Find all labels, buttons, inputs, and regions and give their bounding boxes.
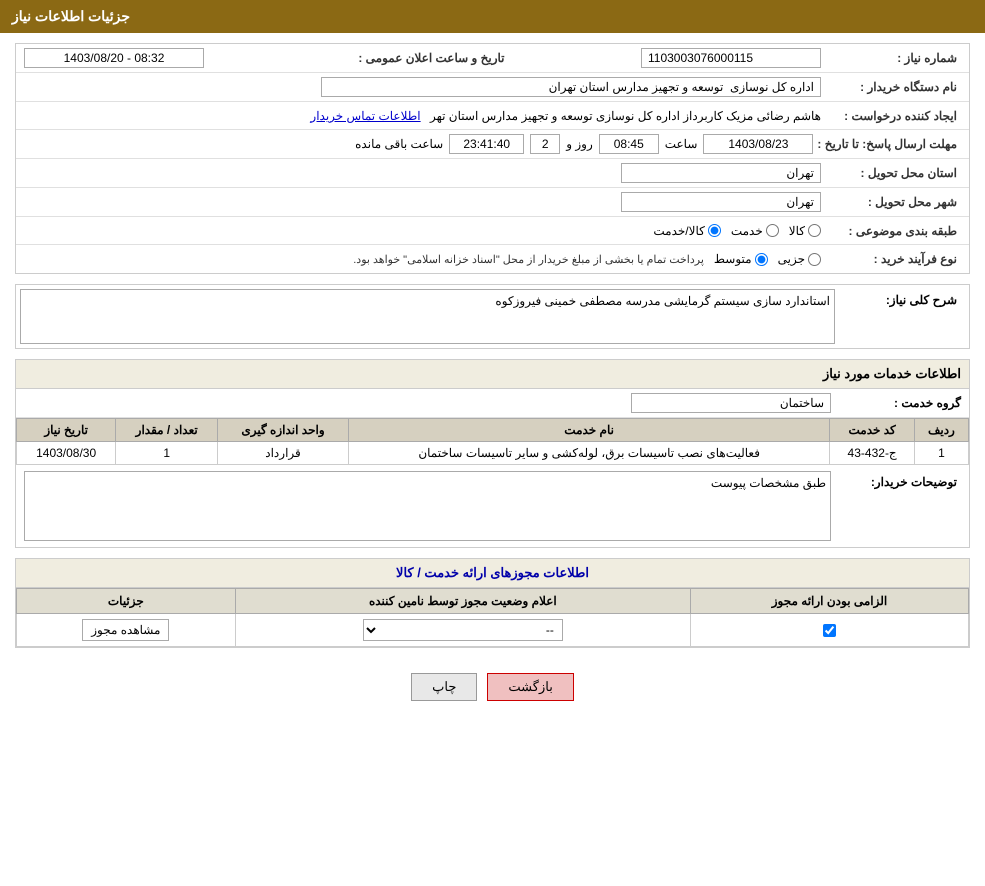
namdastgah-input[interactable] — [321, 77, 821, 97]
nofarayand-motevaset-radio[interactable] — [755, 253, 768, 266]
mojoz-section: اطلاعات مجوزهای ارائه خدمت / کالا الزامی… — [15, 558, 970, 648]
nofarayand-value-cell: جزیی متوسط پرداخت تمام یا بخشی از مبلغ خ… — [20, 250, 825, 268]
nofarayand-label: نوع فرآیند خرید : — [825, 252, 965, 266]
group-label: گروه خدمت : — [831, 396, 961, 410]
sharh-label: شرح کلی نیاز: — [835, 289, 965, 344]
shahr-input[interactable] — [621, 192, 821, 212]
mohlat-rooz-label: روز و — [566, 137, 593, 151]
cell-name: فعالیت‌های نصب تاسیسات برق، لوله‌کشی و س… — [348, 442, 830, 465]
tabaqe-khedmat-label[interactable]: خدمت — [731, 224, 779, 238]
shahr-value-cell — [20, 190, 825, 214]
status-select[interactable]: -- — [363, 619, 563, 641]
main-content: شماره نیاز : تاریخ و ساعت اعلان عمومی : … — [0, 33, 985, 726]
tabaqe-kala-khedmat-radio[interactable] — [708, 224, 721, 237]
tosiyeh-textarea[interactable]: طبق مشخصات پیوست — [24, 471, 831, 541]
row-ijad: ایجاد کننده درخواست : هاشم رضائی مزیک کا… — [16, 102, 969, 130]
nofarayand-jozii-label[interactable]: جزیی — [778, 252, 821, 266]
col-tarikh: تاریخ نیاز — [17, 419, 116, 442]
mohlat-baqi-input[interactable] — [449, 134, 524, 154]
col-vahed: واحد اندازه گیری — [218, 419, 349, 442]
cell-radif: 1 — [914, 442, 968, 465]
ijad-link[interactable]: اطلاعات تماس خریدار — [310, 109, 420, 123]
col-radif: ردیف — [914, 419, 968, 442]
row-namdastgah: نام دستگاه خریدار : — [16, 73, 969, 102]
mohlat-label: مهلت ارسال پاسخ: تا تاریخ : — [817, 137, 965, 151]
sharh-section: شرح کلی نیاز: استاندارد سازی سیستم گرمای… — [15, 284, 970, 349]
mojoz-col-status: اعلام وضعیت مجوز توسط نامین کننده — [235, 589, 690, 614]
shomara-value-cell — [513, 46, 826, 70]
ostan-input[interactable] — [621, 163, 821, 183]
ijad-label: ایجاد کننده درخواست : — [825, 109, 965, 123]
mohlat-saat-input[interactable] — [599, 134, 659, 154]
col-tedad: تعداد / مقدار — [116, 419, 218, 442]
btn-row: بازگشت چاپ — [15, 658, 970, 716]
ostan-label: استان محل تحویل : — [825, 166, 965, 180]
cell-elzami — [691, 614, 969, 647]
tarikh-value-cell — [20, 46, 333, 70]
row-ostan: استان محل تحویل : — [16, 159, 969, 188]
page-title: جزئیات اطلاعات نیاز — [12, 8, 130, 24]
mohlat-value-cell: ساعت روز و ساعت باقی مانده — [20, 132, 817, 156]
cell-joziyat: مشاهده مجوز — [17, 614, 236, 647]
info-section: شماره نیاز : تاریخ و ساعت اعلان عمومی : … — [15, 43, 970, 274]
tarikh-label: تاریخ و ساعت اعلان عمومی : — [333, 51, 513, 65]
tabaqe-value-cell: کالا خدمت کالا/خدمت — [20, 222, 825, 240]
namdastgah-value-cell — [20, 75, 825, 99]
col-name: نام خدمت — [348, 419, 830, 442]
nofarayand-desc: پرداخت تمام یا بخشی از مبلغ خریدار از مح… — [353, 253, 704, 266]
services-section: اطلاعات خدمات مورد نیاز گروه خدمت : ردیف… — [15, 359, 970, 548]
row-shomara: شماره نیاز : تاریخ و ساعت اعلان عمومی : — [16, 44, 969, 73]
mozah-button[interactable]: مشاهده مجوز — [82, 619, 169, 641]
tosiyeh-label: توضیحات خریدار: — [831, 471, 961, 541]
row-mohlat: مهلت ارسال پاسخ: تا تاریخ : ساعت روز و س… — [16, 130, 969, 159]
sharh-textarea[interactable]: استاندارد سازی سیستم گرمایشی مدرسه مصطفی… — [20, 289, 835, 344]
mojoz-table: الزامی بودن ارائه مجوز اعلام وضعیت مجوز … — [16, 588, 969, 647]
table-row: -- مشاهده مجوز — [17, 614, 969, 647]
cell-status: -- — [235, 614, 690, 647]
shomara-input[interactable] — [641, 48, 821, 68]
print-button[interactable]: چاپ — [411, 673, 477, 701]
namdastgah-label: نام دستگاه خریدار : — [825, 80, 965, 94]
tosiyeh-box: توضیحات خریدار: طبق مشخصات پیوست — [16, 465, 969, 547]
nofarayand-motevaset-label[interactable]: متوسط — [714, 252, 768, 266]
tabaqe-khedmat-radio[interactable] — [766, 224, 779, 237]
cell-tedad: 1 — [116, 442, 218, 465]
row-tabaqe: طبقه بندی موضوعی : کالا خدمت — [16, 217, 969, 245]
back-button[interactable]: بازگشت — [487, 673, 573, 701]
page-container: جزئیات اطلاعات نیاز شماره نیاز : تاریخ و… — [0, 0, 985, 886]
mohlat-rooz-input[interactable] — [530, 134, 560, 154]
cell-tarikh: 1403/08/30 — [17, 442, 116, 465]
mohlat-date-input[interactable] — [703, 134, 813, 154]
nofarayand-jozii-radio[interactable] — [808, 253, 821, 266]
tabaqe-label: طبقه بندی موضوعی : — [825, 224, 965, 238]
ijad-value-cell: هاشم رضائی مزیک کاربرداز اداره کل نوسازی… — [20, 107, 825, 125]
group-input[interactable] — [631, 393, 831, 413]
group-row: گروه خدمت : — [16, 389, 969, 418]
col-kod: کد خدمت — [830, 419, 914, 442]
mojoz-col-joziyat: جزئیات — [17, 589, 236, 614]
tabaqe-kala-khedmat-label[interactable]: کالا/خدمت — [653, 224, 720, 238]
ostan-value-cell — [20, 161, 825, 185]
shomara-label: شماره نیاز : — [825, 51, 965, 65]
ijad-value: هاشم رضائی مزیک کاربرداز اداره کل نوسازی… — [430, 109, 821, 123]
tarikh-input[interactable] — [24, 48, 204, 68]
mohlat-saat-label: ساعت — [665, 137, 698, 151]
row-nofarayand: نوع فرآیند خرید : جزیی متوسط پرداخت تمام… — [16, 245, 969, 273]
page-header: جزئیات اطلاعات نیاز — [0, 0, 985, 33]
cell-vahed: قرارداد — [218, 442, 349, 465]
mohlat-baqi-label: ساعت باقی مانده — [355, 137, 443, 151]
row-shahr: شهر محل تحویل : — [16, 188, 969, 217]
shahr-label: شهر محل تحویل : — [825, 195, 965, 209]
table-row: 1 ج-432-43 فعالیت‌های نصب تاسیسات برق، ل… — [17, 442, 969, 465]
tabaqe-kala-radio[interactable] — [808, 224, 821, 237]
mojoz-col-elzami: الزامی بودن ارائه مجوز — [691, 589, 969, 614]
tabaqe-kala-label[interactable]: کالا — [789, 224, 821, 238]
cell-kod: ج-432-43 — [830, 442, 914, 465]
services-title: اطلاعات خدمات مورد نیاز — [16, 360, 969, 389]
services-table: ردیف کد خدمت نام خدمت واحد اندازه گیری ت… — [16, 418, 969, 465]
elzami-checkbox[interactable] — [823, 624, 836, 637]
mojoz-title: اطلاعات مجوزهای ارائه خدمت / کالا — [16, 559, 969, 588]
